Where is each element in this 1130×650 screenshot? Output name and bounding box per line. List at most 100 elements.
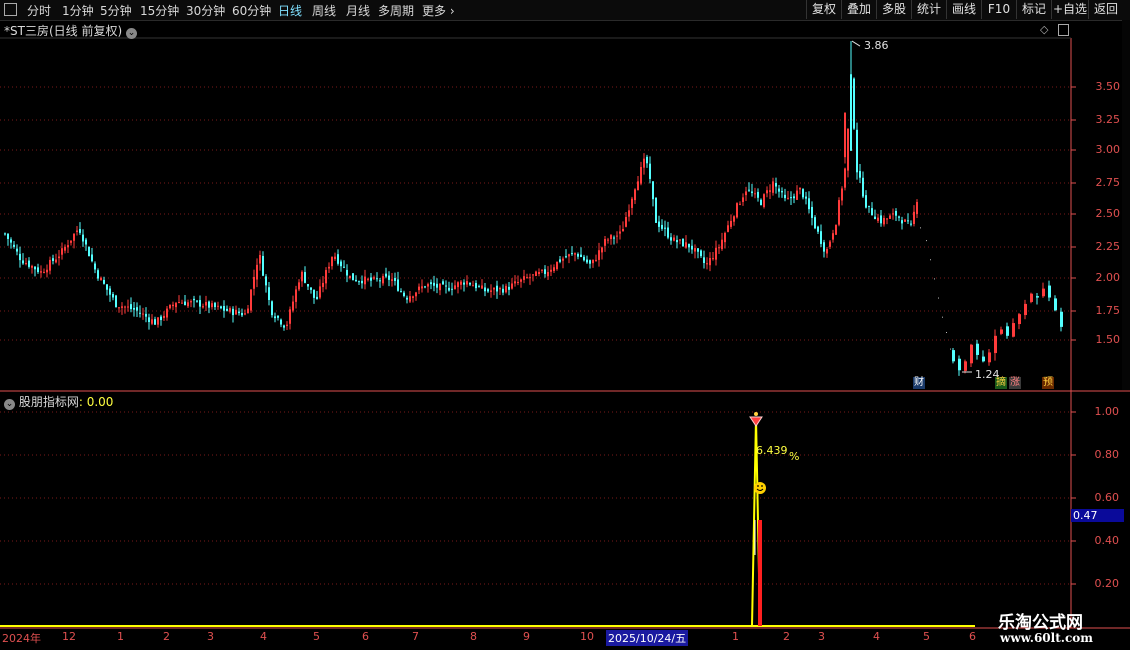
candle-body [958,358,961,371]
date-label: 8 [470,630,477,643]
candle-body [682,238,684,247]
candle-body [433,282,435,286]
candle-body [67,245,69,248]
candle-body [157,317,159,325]
candle-body [445,285,447,287]
candle-body [76,230,78,232]
candle-body [655,197,657,223]
candle-body [172,304,174,307]
gap-dot [926,240,927,242]
candle-body [82,234,84,242]
candle-body [412,296,414,298]
price-tick: 2.75 [1095,176,1121,189]
forecast-badge[interactable]: 预 [1042,377,1054,389]
cursor-date: 2025/10/24/五 [606,630,689,646]
candle-body [868,205,870,207]
candle-body [400,291,402,293]
candle-body [904,219,906,222]
candle-body [712,258,714,260]
candle-body [406,297,408,300]
candle-body [589,260,591,264]
candle-body [250,289,252,311]
candle-body [448,287,450,291]
candle-body [556,261,558,270]
date-label: 3 [207,630,214,643]
candle-body [823,242,825,252]
candle-body [565,256,567,258]
candle-body [457,282,459,288]
candle-body [526,277,528,279]
diamond-icon[interactable]: ◇ [1040,23,1048,36]
candle-body [328,266,330,269]
candle-body [199,300,201,307]
high-marker [851,40,861,47]
candle-body [1036,296,1039,298]
candle-body [907,220,909,222]
candle-body [268,287,270,300]
date-label: 4 [873,630,880,643]
smiley-eye [761,485,763,487]
date-label: 2024年 [2,632,41,645]
candle-body [871,208,873,216]
rise-badge[interactable]: 涨 [1009,377,1021,389]
candle-body [187,302,189,307]
candle-body [772,181,774,193]
candle-body [505,285,507,293]
candle-body [892,213,894,215]
candle-body [40,271,42,273]
candle-body [388,275,390,280]
candle-body [85,239,87,245]
candle-body [766,190,768,194]
candle-body [874,216,876,220]
candle-body [34,266,36,270]
candle-body [1048,285,1051,298]
candle-body [19,253,21,261]
candle-body [502,288,504,293]
candle-body [661,224,663,229]
candle-body [913,211,915,224]
candle-body [646,156,648,164]
price-tick: 1.50 [1095,333,1121,346]
candle-body [133,307,135,310]
candle-body [613,237,615,239]
chevron-down-icon[interactable]: ⌄ [125,28,137,39]
candle-body [463,282,465,285]
summary-badge[interactable]: 摘 [995,377,1007,389]
chevron-down-icon[interactable]: ⌄ [4,399,15,410]
candle-body [271,301,273,316]
candle-body [1030,293,1033,302]
candle-body [700,250,702,257]
candle-body [1006,326,1009,336]
candle-body [58,256,60,259]
candle-body [295,289,297,302]
indicator-tick: 1.00 [1094,405,1120,418]
candle-body [472,285,474,287]
candle-body [190,301,192,303]
candle-body [901,220,903,224]
candle-body [649,163,651,179]
date-label: 6 [969,630,976,643]
candle-body [895,210,897,216]
candle-body [358,281,360,283]
candle-body [793,196,795,199]
candle-body [784,194,786,199]
finance-badge[interactable]: 财 [913,377,925,389]
candle-body [415,292,417,297]
candle-body [55,259,57,263]
candle-body [625,217,627,227]
panel-toggle-icon[interactable] [1058,24,1069,36]
date-label: 4 [260,630,267,643]
candle-body [352,273,354,281]
candle-body [604,238,606,246]
candle-body [436,283,438,288]
indicator-tick: 0.40 [1094,534,1120,547]
candle-body [454,285,456,290]
candle-body [292,301,294,311]
gap-dot [950,348,951,350]
candle-body [277,315,279,318]
candle-body [964,361,967,371]
kline-chart[interactable] [0,0,1130,650]
candle-body [121,306,123,308]
candle-body [577,253,579,257]
candle-body [52,258,54,262]
